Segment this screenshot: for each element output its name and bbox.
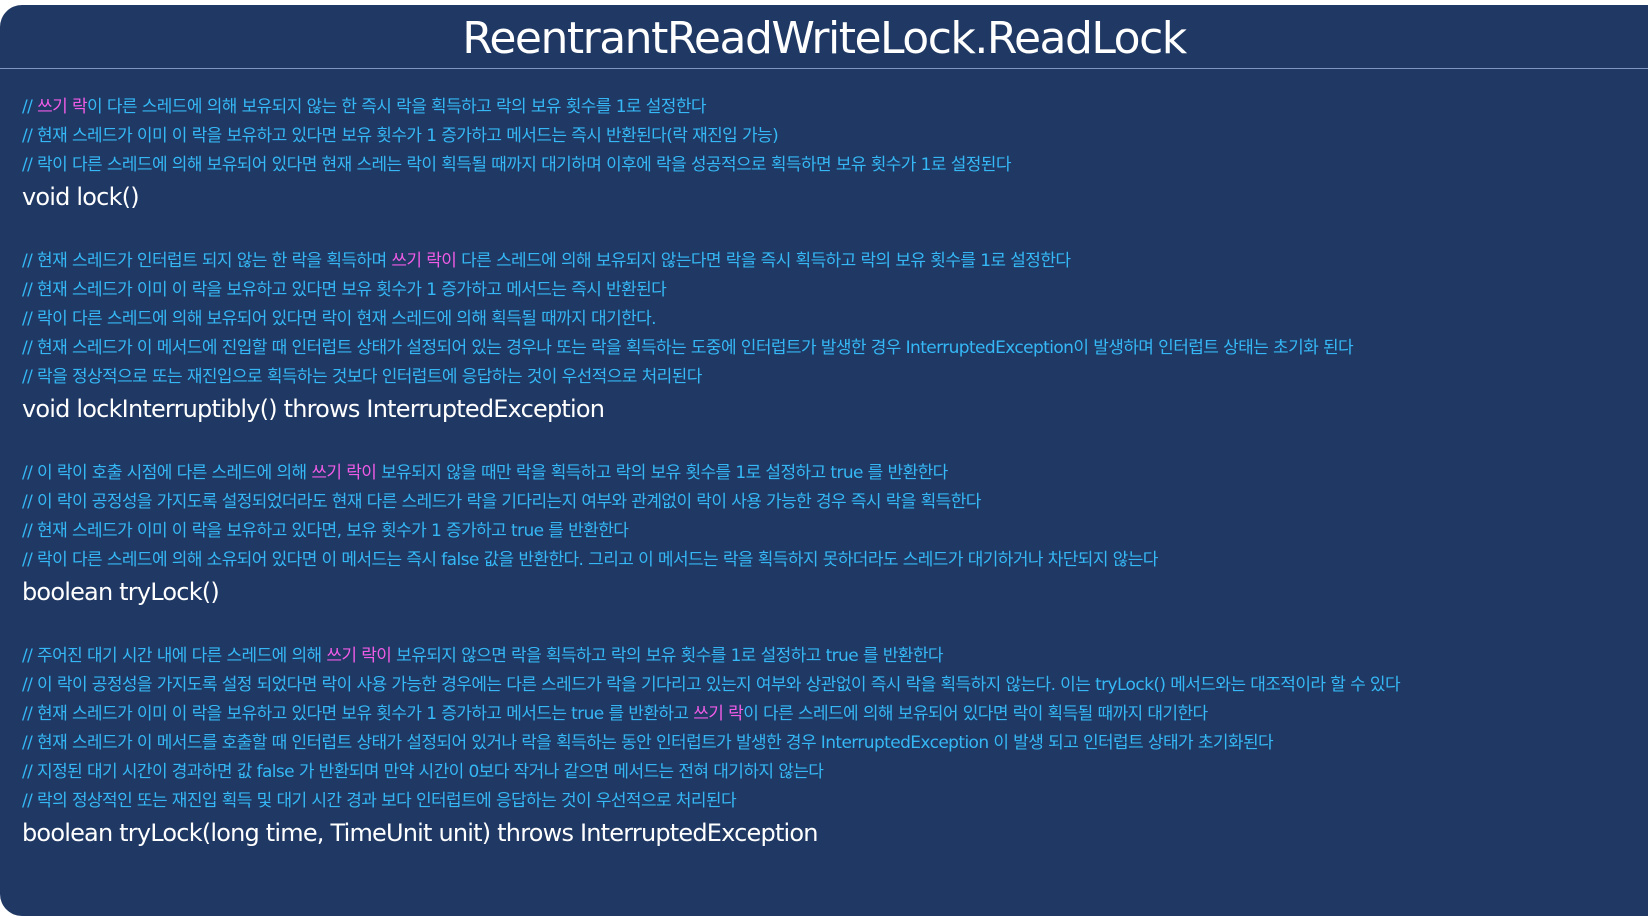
comment-line: // 주어진 대기 시간 내에 다른 스레드에 의해 쓰기 락이 보유되지 않으… (22, 642, 1638, 671)
method-signature: void lock() (22, 183, 140, 211)
comment-text: // 락이 다른 스레드에 의해 보유되어 있다면 현재 스레는 락이 획득될 … (22, 155, 1011, 175)
method-block: // 현재 스레드가 인터럽트 되지 않는 한 락을 획득하며 쓰기 락이 다른… (22, 247, 1638, 428)
comment-line: // 락이 다른 스레드에 의해 보유되어 있다면 현재 스레는 락이 획득될 … (22, 151, 1638, 180)
comment-text: // 락을 정상적으로 또는 재진입으로 획득하는 것보다 인터럽트에 응답하는… (22, 367, 702, 387)
page-title: ReentrantReadWriteLock.ReadLock (462, 13, 1187, 64)
comment-line: // 현재 스레드가 이미 이 락을 보유하고 있다면, 보유 횟수가 1 증가… (22, 517, 1638, 546)
comment-line: // 이 락이 공정성을 가지도록 설정 되었다면 락이 사용 가능한 경우에는… (22, 671, 1638, 700)
comment-line: // 현재 스레드가 인터럽트 되지 않는 한 락을 획득하며 쓰기 락이 다른… (22, 247, 1638, 276)
highlight-text: 쓰기 락 (693, 704, 744, 724)
method-signature: boolean tryLock() (22, 578, 220, 606)
comment-line: // 이 락이 호출 시점에 다른 스레드에 의해 쓰기 락이 보유되지 않을 … (22, 459, 1638, 488)
comment-line: // 현재 스레드가 이미 이 락을 보유하고 있다면 보유 횟수가 1 증가하… (22, 122, 1638, 151)
title-divider (0, 68, 1648, 69)
comment-line: // 락이 다른 스레드에 의해 소유되어 있다면 이 메서드는 즉시 fals… (22, 546, 1638, 575)
comment-text: // 현재 스레드가 이 메서드에 진입할 때 인터럽트 상태가 설정되어 있는… (22, 338, 1354, 358)
comment-text: 다른 스레드에 의해 보유되지 않는다면 락을 즉시 획득하고 락의 보유 횟수… (456, 251, 1071, 271)
comment-text: // 이 락이 공정성을 가지도록 설정 되었다면 락이 사용 가능한 경우에는… (22, 675, 1401, 695)
comment-line: // 현재 스레드가 이미 이 락을 보유하고 있다면 보유 횟수가 1 증가하… (22, 700, 1638, 729)
comment-text: // 현재 스레드가 인터럽트 되지 않는 한 락을 획득하며 (22, 251, 392, 271)
comment-text: // 주어진 대기 시간 내에 다른 스레드에 의해 (22, 646, 327, 666)
comment-line: // 락이 다른 스레드에 의해 보유되어 있다면 락이 현재 스레드에 의해 … (22, 305, 1638, 334)
highlight-text: 쓰기 락이 (311, 463, 377, 483)
comment-text: // 현재 스레드가 이미 이 락을 보유하고 있다면 보유 횟수가 1 증가하… (22, 126, 779, 146)
method-block: // 쓰기 락이 다른 스레드에 의해 보유되지 않는 한 즉시 락을 획득하고… (22, 93, 1638, 216)
comment-line: // 지정된 대기 시간이 경과하면 값 false 가 반환되며 만약 시간이… (22, 758, 1638, 787)
comment-text: // 현재 스레드가 이미 이 락을 보유하고 있다면 보유 횟수가 1 증가하… (22, 704, 694, 724)
comment-line: // 현재 스레드가 이 메서드를 호출할 때 인터럽트 상태가 설정되어 있거… (22, 729, 1638, 758)
method-block: // 주어진 대기 시간 내에 다른 스레드에 의해 쓰기 락이 보유되지 않으… (22, 642, 1638, 852)
comment-text: // 현재 스레드가 이미 이 락을 보유하고 있다면 보유 횟수가 1 증가하… (22, 280, 667, 300)
slide-card: ReentrantReadWriteLock.ReadLock // 쓰기 락이… (0, 5, 1648, 916)
comment-text: // 이 락이 공정성을 가지도록 설정되었더라도 현재 다른 스레드가 락을 … (22, 492, 981, 512)
comment-line: // 이 락이 공정성을 가지도록 설정되었더라도 현재 다른 스레드가 락을 … (22, 488, 1638, 517)
highlight-text: 쓰기 락이 (391, 251, 457, 271)
method-block: // 이 락이 호출 시점에 다른 스레드에 의해 쓰기 락이 보유되지 않을 … (22, 459, 1638, 611)
comment-text: // 이 락이 호출 시점에 다른 스레드에 의해 (22, 463, 312, 483)
comment-text: // (22, 97, 38, 117)
method-signature: boolean tryLock(long time, TimeUnit unit… (22, 819, 819, 847)
comment-line: // 락을 정상적으로 또는 재진입으로 획득하는 것보다 인터럽트에 응답하는… (22, 363, 1638, 392)
comment-text: // 락이 다른 스레드에 의해 보유되어 있다면 락이 현재 스레드에 의해 … (22, 309, 657, 329)
method-signature: void lockInterruptibly() throws Interrup… (22, 395, 605, 423)
comment-text: 보유되지 않으면 락을 획득하고 락의 보유 횟수를 1로 설정하고 true … (391, 646, 943, 666)
comment-text: 보유되지 않을 때만 락을 획득하고 락의 보유 횟수를 1로 설정하고 tru… (376, 463, 948, 483)
comment-line: // 현재 스레드가 이미 이 락을 보유하고 있다면 보유 횟수가 1 증가하… (22, 276, 1638, 305)
comment-line: // 쓰기 락이 다른 스레드에 의해 보유되지 않는 한 즉시 락을 획득하고… (22, 93, 1638, 122)
highlight-text: 쓰기 락 (37, 97, 88, 117)
comment-line: // 현재 스레드가 이 메서드에 진입할 때 인터럽트 상태가 설정되어 있는… (22, 334, 1638, 363)
comment-text: // 락이 다른 스레드에 의해 소유되어 있다면 이 메서드는 즉시 fals… (22, 550, 1158, 570)
comment-text: // 락의 정상적인 또는 재진입 획득 및 대기 시간 경과 보다 인터럽트에… (22, 791, 737, 811)
method-list: // 쓰기 락이 다른 스레드에 의해 보유되지 않는 한 즉시 락을 획득하고… (22, 93, 1638, 883)
comment-text: 이 다른 스레드에 의해 보유되어 있다면 락이 획득될 때까지 대기한다 (743, 704, 1208, 724)
comment-text: // 현재 스레드가 이미 이 락을 보유하고 있다면, 보유 횟수가 1 증가… (22, 521, 629, 541)
comment-text: // 현재 스레드가 이 메서드를 호출할 때 인터럽트 상태가 설정되어 있거… (22, 733, 1274, 753)
comment-text: // 지정된 대기 시간이 경과하면 값 false 가 반환되며 만약 시간이… (22, 762, 824, 782)
comment-line: // 락의 정상적인 또는 재진입 획득 및 대기 시간 경과 보다 인터럽트에… (22, 787, 1638, 816)
highlight-text: 쓰기 락이 (326, 646, 392, 666)
comment-text: 이 다른 스레드에 의해 보유되지 않는 한 즉시 락을 획득하고 락의 보유 … (87, 97, 707, 117)
